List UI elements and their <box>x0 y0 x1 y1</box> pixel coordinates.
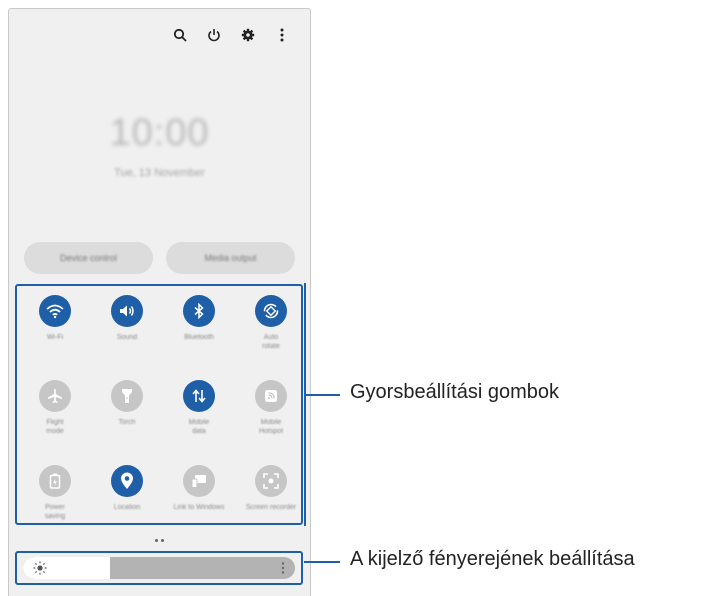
page-indicator <box>155 539 164 542</box>
callout-line-brightness <box>304 561 340 563</box>
qs-label: Link to Windows <box>173 504 225 511</box>
qs-tile-screen-recorder[interactable]: Screen recorder <box>237 465 305 512</box>
auto-rotate-icon <box>255 295 287 327</box>
brightness-bar <box>15 551 303 585</box>
qs-tile-flight-mode[interactable]: Flight mode <box>21 380 89 436</box>
screen-recorder-icon <box>255 465 287 497</box>
device-control-label: Device control <box>59 253 118 263</box>
qs-label: Sound <box>116 334 138 341</box>
power-saving-icon <box>39 465 71 497</box>
brightness-slider[interactable] <box>23 557 295 579</box>
qs-tile-power-saving[interactable]: Power saving <box>21 465 89 521</box>
location-icon <box>111 465 143 497</box>
qs-label: Mobile data <box>188 419 210 435</box>
power-icon[interactable] <box>206 27 222 43</box>
qs-tile-bluetooth[interactable]: Bluetooth <box>165 295 233 342</box>
qs-tile-torch[interactable]: Torch <box>93 380 161 427</box>
callout-quick-buttons: Gyorsbeállítási gombok <box>350 381 559 403</box>
media-output-label: Media output <box>204 253 257 263</box>
search-icon[interactable] <box>172 27 188 43</box>
link-windows-icon <box>183 465 215 497</box>
qs-tile-link-to-windows[interactable]: Link to Windows <box>165 465 233 512</box>
qs-label: Auto rotate <box>262 334 280 350</box>
bluetooth-icon <box>183 295 215 327</box>
qs-tile-wifi[interactable]: Wi-Fi <box>21 295 89 342</box>
hotspot-icon <box>255 380 287 412</box>
device-control-button[interactable]: Device control <box>24 242 153 274</box>
callout-line-quick <box>304 394 340 396</box>
top-icon-bar <box>172 27 290 43</box>
sound-icon <box>111 295 143 327</box>
callout-brightness: A kijelző fényerejének beállítása <box>350 548 635 570</box>
qs-tile-mobile-hotspot[interactable]: Mobile Hotspot <box>237 380 305 436</box>
qs-tile-sound[interactable]: Sound <box>93 295 161 342</box>
media-output-button[interactable]: Media output <box>166 242 295 274</box>
qs-label: Torch <box>118 419 136 426</box>
qs-label: Location <box>113 504 141 511</box>
more-icon[interactable] <box>274 27 290 43</box>
quick-panel: 10:00 Tue, 13 November Device control Me… <box>8 8 311 596</box>
qs-label: Screen recorder <box>245 504 297 511</box>
clock-date: Tue, 13 November <box>114 167 205 179</box>
torch-icon <box>111 380 143 412</box>
qs-tile-auto-rotate[interactable]: Auto rotate <box>237 295 305 351</box>
qs-label: Power saving <box>44 504 66 520</box>
brightness-more-icon[interactable] <box>281 562 285 574</box>
sun-icon <box>33 561 47 575</box>
qs-label: Bluetooth <box>184 334 214 341</box>
clock-time: 10:00 <box>109 112 210 154</box>
qs-label: Flight mode <box>46 419 64 435</box>
settings-icon[interactable] <box>240 27 256 43</box>
qs-tile-mobile-data[interactable]: Mobile data <box>165 380 233 436</box>
qs-label: Wi-Fi <box>46 334 64 341</box>
wifi-icon <box>39 295 71 327</box>
callout-bracket-quick <box>304 283 306 526</box>
qs-tile-location[interactable]: Location <box>93 465 161 512</box>
quick-settings-grid: Wi-Fi Sound Bluetooth Auto rotate Flight… <box>15 284 303 525</box>
qs-label: Mobile Hotspot <box>258 419 284 435</box>
mobile-data-icon <box>183 380 215 412</box>
airplane-icon <box>39 380 71 412</box>
